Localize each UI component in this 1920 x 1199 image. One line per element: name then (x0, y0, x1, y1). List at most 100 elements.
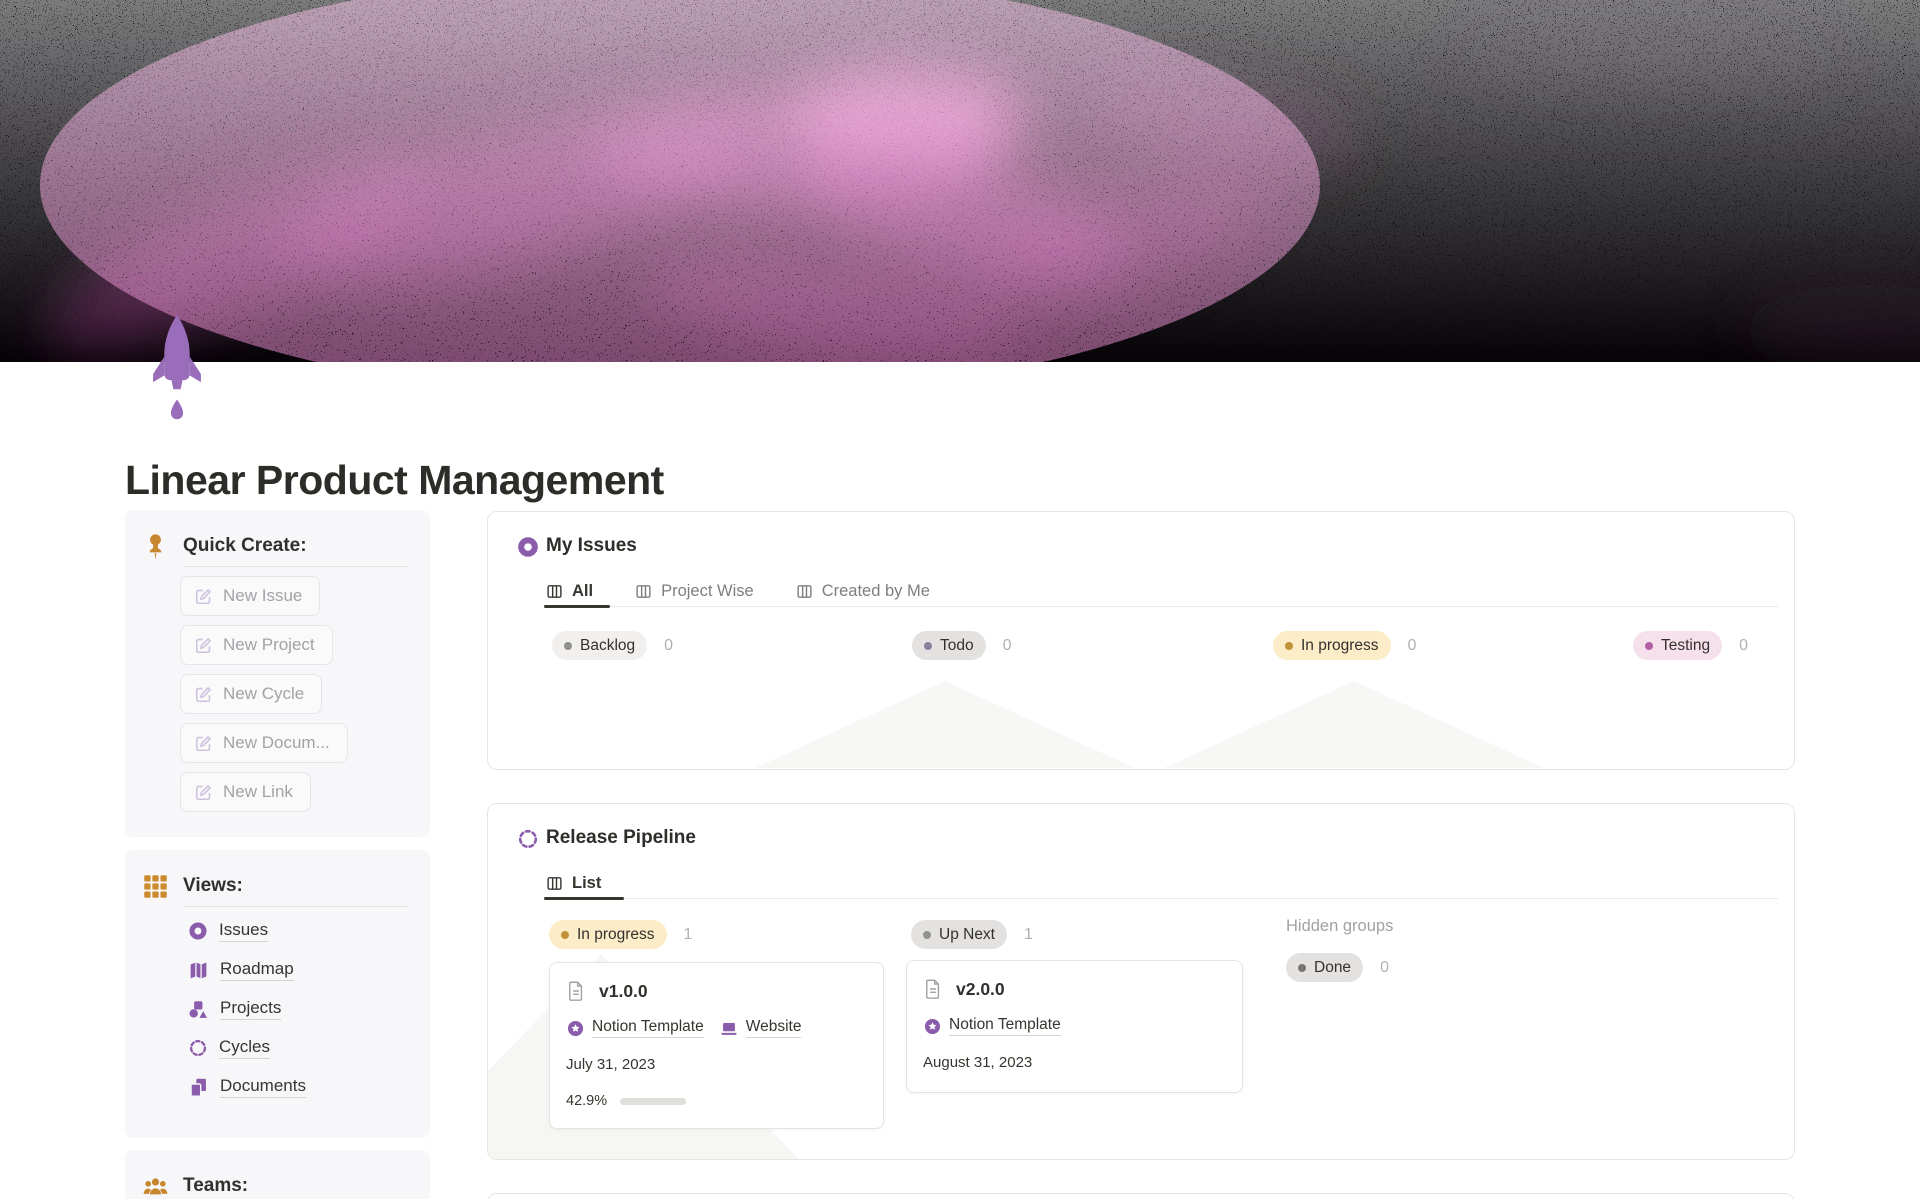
item-links: Notion Template (923, 1016, 1061, 1036)
release-item-card[interactable]: v1.0.0 Notion Template Website July 31, … (549, 962, 884, 1129)
status-count: 0 (1380, 958, 1389, 976)
board-icon (636, 584, 651, 598)
decorative-triangle (755, 681, 1135, 768)
tab-label: All (572, 581, 594, 600)
status-badge[interactable]: In progress (1273, 631, 1391, 660)
status-badge[interactable]: Todo (912, 631, 986, 660)
compose-icon (195, 588, 212, 604)
target-donut-icon[interactable] (517, 536, 539, 558)
tab-label: Project Wise (661, 581, 754, 600)
quick-create-heading: Quick Create: (183, 535, 307, 556)
grid-icon (144, 875, 167, 898)
tab-project-wise[interactable]: Project Wise (635, 576, 754, 606)
new-issue-button[interactable]: New Issue (180, 576, 321, 616)
tab-label: List (572, 873, 602, 892)
notion-star-icon (924, 1018, 941, 1034)
status-label: Todo (940, 636, 974, 654)
view-label: Issues (219, 920, 269, 942)
starfield-nebula-art (0, 0, 1920, 362)
item-title-row: v2.0.0 (923, 978, 1005, 1000)
rocket-icon[interactable] (150, 314, 204, 432)
status-badge[interactable]: Done (1286, 953, 1364, 982)
view-link-issues[interactable]: Issues (188, 920, 306, 942)
board-icon (797, 584, 812, 598)
dashed-circle-icon[interactable] (517, 828, 539, 850)
progress-percent: 42.9% (566, 1093, 608, 1109)
view-tabs: All Project Wise Created by Me (546, 576, 930, 606)
new-link-button[interactable]: New Link (180, 772, 311, 812)
status-count: 0 (1739, 636, 1749, 654)
compose-icon (195, 735, 212, 751)
status-dot-icon (1298, 963, 1306, 972)
database-title[interactable]: Release Pipeline (546, 827, 696, 849)
release-date: July 31, 2023 (566, 1056, 656, 1073)
status-dot-icon (561, 930, 569, 939)
release-item-card[interactable]: v2.0.0 Notion Template August 31, 2023 (906, 960, 1243, 1093)
views-heading: Views: (183, 875, 243, 896)
active-tab-underline (544, 605, 610, 608)
status-column-up-next: Up Next 1 (911, 920, 1033, 949)
quick-create-panel: Quick Create: New Issue New Project New … (125, 510, 430, 837)
item-links: Notion Template Website (566, 1018, 802, 1038)
compose-icon (195, 784, 212, 800)
status-badge[interactable]: Up Next (911, 920, 1007, 949)
view-link-roadmap[interactable]: Roadmap (188, 959, 306, 981)
status-label: Up Next (939, 925, 995, 943)
website-link[interactable]: Website (719, 1018, 802, 1038)
shapes-icon (189, 1000, 208, 1018)
link-label: Notion Template (592, 1018, 704, 1038)
new-project-button[interactable]: New Project (180, 625, 333, 665)
new-cycle-button[interactable]: New Cycle (180, 674, 323, 714)
tab-created-by-me[interactable]: Created by Me (796, 576, 930, 606)
tab-label: Created by Me (821, 581, 930, 600)
button-label: New Project (223, 635, 315, 654)
pushpin-icon (149, 534, 162, 560)
database-title[interactable]: My Issues (546, 535, 637, 557)
compose-icon (195, 637, 212, 653)
notion-template-link[interactable]: Notion Template (566, 1018, 704, 1038)
status-badge[interactable]: Testing (1633, 631, 1723, 660)
hidden-groups-label[interactable]: Hidden groups (1286, 917, 1393, 936)
target-donut-icon (189, 922, 207, 940)
status-badge[interactable]: Backlog (552, 631, 648, 660)
board-icon (547, 584, 562, 598)
status-label: Testing (1661, 636, 1711, 654)
status-label: Done (1314, 958, 1352, 976)
status-column-done: Done 0 (1286, 953, 1389, 982)
cover-image (0, 0, 1920, 362)
divider (183, 566, 408, 567)
decorative-triangle (1164, 681, 1544, 768)
progress-bar (620, 1097, 687, 1105)
status-dot-icon (923, 930, 931, 939)
divider (183, 906, 408, 907)
link-label: Notion Template (949, 1016, 1061, 1036)
views-panel: Views: Issues Roadmap Projects Cycles Do… (125, 850, 430, 1138)
status-dot-icon (1645, 641, 1653, 650)
view-link-documents[interactable]: Documents (188, 1076, 306, 1098)
tab-all[interactable]: All (546, 576, 593, 606)
tabs-divider (546, 898, 1778, 899)
button-label: New Link (223, 782, 293, 801)
progress-row: 42.9% (566, 1093, 687, 1109)
view-link-projects[interactable]: Projects (188, 998, 306, 1020)
notion-page: Linear Product Management Quick Create: … (0, 0, 1920, 1199)
dashed-circle-icon (189, 1039, 207, 1057)
view-link-cycles[interactable]: Cycles (188, 1037, 306, 1059)
view-label: Cycles (219, 1037, 271, 1059)
new-document-button[interactable]: New Docum... (180, 723, 348, 763)
pages-icon (190, 1078, 206, 1097)
status-label: In progress (577, 925, 655, 943)
document-icon (926, 979, 940, 999)
notion-template-link[interactable]: Notion Template (923, 1016, 1061, 1036)
button-label: New Issue (223, 586, 303, 605)
status-count: 1 (1024, 925, 1033, 943)
status-count: 0 (1002, 636, 1012, 654)
status-dot-icon (924, 641, 932, 650)
status-column-todo: Todo 0 (912, 631, 1012, 660)
status-column-in-progress: In progress 1 (549, 920, 692, 949)
tab-list[interactable]: List (546, 868, 601, 898)
status-badge[interactable]: In progress (549, 920, 667, 949)
document-icon (569, 981, 583, 1001)
notion-star-icon (567, 1020, 584, 1036)
item-title-row: v1.0.0 (566, 980, 648, 1002)
